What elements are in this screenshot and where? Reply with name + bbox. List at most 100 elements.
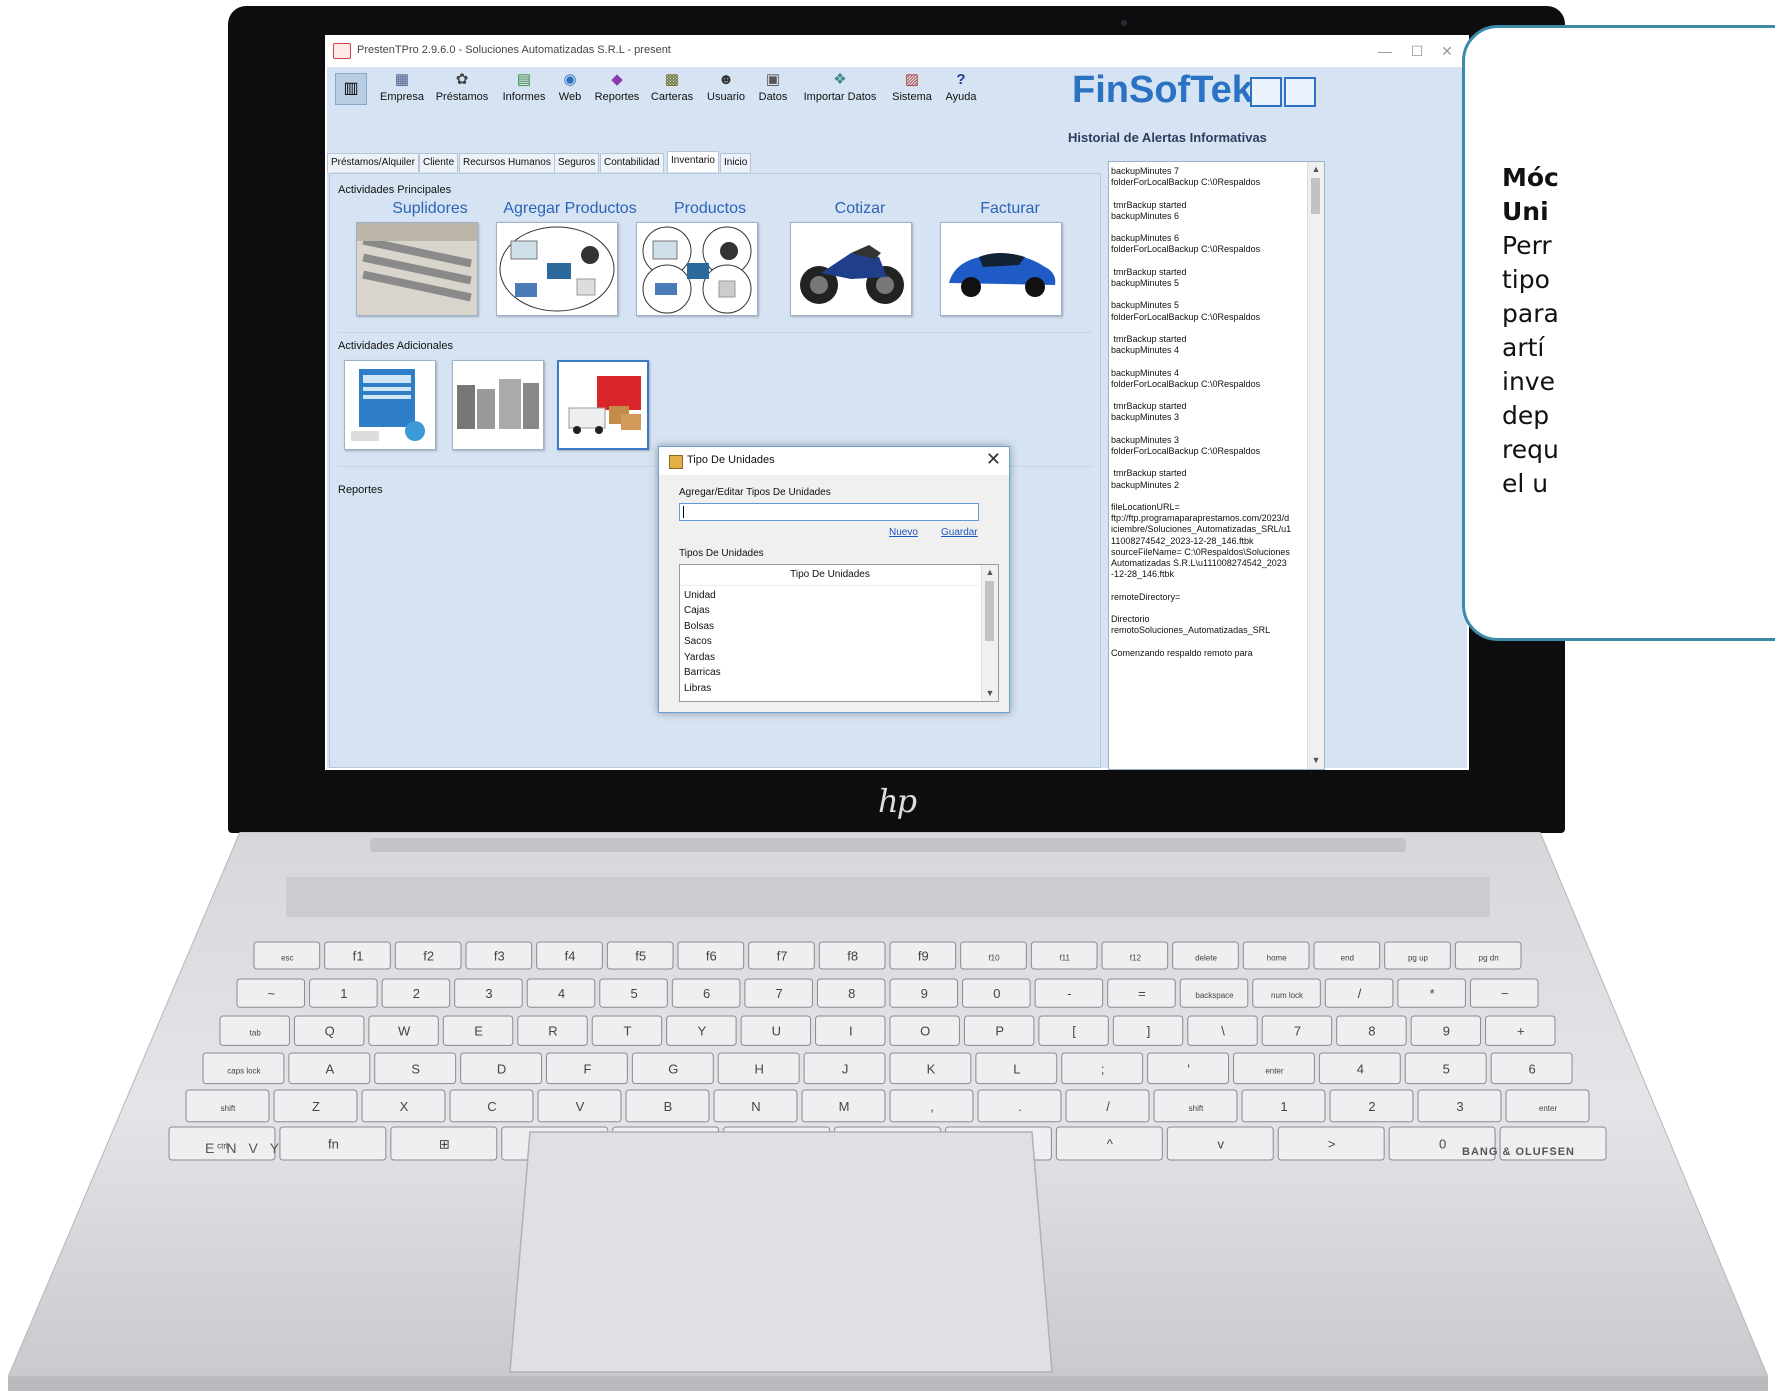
scroll-up-icon[interactable]: ▲ <box>1308 162 1324 176</box>
toolbar-ayuda[interactable]: ? Ayuda <box>941 71 981 109</box>
log-line: backupMinutes 4 <box>1111 345 1180 356</box>
scroll-thumb[interactable] <box>1311 178 1320 214</box>
list-item[interactable]: Bolsas <box>684 621 714 632</box>
productos-tile[interactable] <box>636 222 758 316</box>
keyboard-key-label: I <box>849 1024 853 1039</box>
list-item[interactable]: Yardas <box>684 652 715 663</box>
save-link[interactable]: Guardar <box>941 527 978 538</box>
keyboard-key-label: B <box>664 1099 673 1114</box>
car-image <box>941 223 1061 315</box>
tab-contabilidad[interactable]: Contabilidad <box>600 153 664 172</box>
keyboard-key-label: − <box>1501 986 1509 1001</box>
keyboard-key-label: end <box>1341 954 1354 963</box>
alerts-history-title: Historial de Alertas Informativas <box>1068 130 1267 145</box>
keyboard-key-label: 3 <box>1456 1099 1463 1114</box>
additional-tile-unit-types[interactable] <box>557 360 649 450</box>
edit-unit-types-label: Agregar/Editar Tipos De Unidades <box>679 487 831 498</box>
scroll-up-icon[interactable]: ▲ <box>982 565 998 579</box>
activity-title-suplidores[interactable]: Suplidores <box>355 200 505 218</box>
keyboard-key-label: 0 <box>1439 1137 1446 1152</box>
alerts-log[interactable]: backupMinutes 7 folderForLocalBackup C:\0… <box>1108 161 1325 770</box>
keyboard-key-label: f5 <box>635 949 646 964</box>
principal-activities-label: Actividades Principales <box>338 184 452 196</box>
agregar-productos-tile[interactable] <box>496 222 618 316</box>
log-line: remotoSoluciones_Automatizadas_SRL <box>1111 625 1271 636</box>
keyboard-key-label: J <box>842 1061 849 1076</box>
tab-cliente[interactable]: Cliente <box>419 153 459 172</box>
keyboard-key-label: 8 <box>848 986 855 1001</box>
logo-mark-2 <box>1284 77 1316 107</box>
activity-title-facturar[interactable]: Facturar <box>935 200 1085 218</box>
keyboard-key-label: L <box>1013 1061 1020 1076</box>
dialog-icon <box>669 455 683 469</box>
log-line: backupMinutes 5 <box>1111 278 1180 288</box>
toolbar-datos[interactable]: ▣ Datos <box>755 71 791 109</box>
unit-type-input[interactable] <box>679 503 979 521</box>
list-item[interactable]: Barricas <box>684 667 721 678</box>
import-icon: ❖ <box>833 71 847 88</box>
log-line: 11008274542_2023-12-28_146.ftbk <box>1111 535 1254 546</box>
list-item[interactable]: Unidad <box>684 590 716 601</box>
log-line: tmrBackup started <box>1111 401 1187 412</box>
list-column-header[interactable]: Tipo De Unidades <box>680 565 980 586</box>
keyboard-key-label: P <box>995 1024 1004 1039</box>
module-tabs: Préstamos/Alquiler Cliente Recursos Huma… <box>327 151 1087 173</box>
keyboard-key-label: 7 <box>1294 1024 1301 1039</box>
log-line: sourceFileName= C:\0Respaldos\Soluciones <box>1111 546 1290 557</box>
additional-tile-web[interactable] <box>344 360 436 450</box>
list-item[interactable]: Cajas <box>684 605 710 616</box>
log-line: backupMinutes 2 <box>1111 479 1180 490</box>
keyboard-key-label: C <box>487 1099 496 1114</box>
toolbar-importar-datos[interactable]: ❖ Importar Datos <box>797 71 883 109</box>
touchpad <box>509 1131 1053 1373</box>
log-line: tmrBackup started <box>1111 266 1187 277</box>
dialog-close-icon[interactable]: ✕ <box>986 449 1001 470</box>
activity-title-agregar-productos[interactable]: Agregar Productos <box>495 200 645 218</box>
suplidores-tile[interactable] <box>356 222 478 316</box>
keyboard-key-label: home <box>1267 954 1288 963</box>
toolbar-usuario[interactable]: ☻ Usuario <box>703 71 749 109</box>
cotizar-tile[interactable] <box>790 222 912 316</box>
tab-recursos-humanos[interactable]: Recursos Humanos <box>459 153 555 172</box>
additional-tile-appliances[interactable] <box>452 360 544 450</box>
envy-brand: ENVY <box>205 1140 292 1156</box>
bang-olufsen-brand: BANG & OLUFSEN <box>1462 1146 1575 1158</box>
tab-inicio[interactable]: Inicio <box>720 153 752 172</box>
inventory-panel: Actividades Principales Suplidores Agreg… <box>329 173 1101 768</box>
list-item[interactable]: Libras <box>684 683 711 694</box>
home-icon[interactable]: ▥ <box>335 73 367 105</box>
activity-title-cotizar[interactable]: Cotizar <box>785 200 935 218</box>
activity-title-productos[interactable]: Productos <box>635 200 785 218</box>
laptop-base: esc f1 f2 f3 f4 f5 f6 f7 f8 f9 f10 f11 f12 delete home… <box>8 832 1768 1391</box>
tab-inventario[interactable]: Inventario <box>667 151 719 172</box>
close-button[interactable]: ✕ <box>1427 39 1467 63</box>
log-scrollbar[interactable]: ▲ ▼ <box>1307 162 1324 769</box>
scroll-down-icon[interactable]: ▼ <box>1308 753 1324 767</box>
tab-seguros[interactable]: Seguros <box>554 153 600 172</box>
tab-prestamos-alquiler[interactable]: Préstamos/Alquiler <box>327 153 419 172</box>
toolbar-web[interactable]: ◉ Web <box>555 71 585 109</box>
log-line: folderForLocalBackup C:\0Respaldos <box>1111 177 1261 188</box>
keyboard-key-label: F <box>583 1061 591 1076</box>
keyboard-key-label: 9 <box>1443 1024 1450 1039</box>
facturar-tile[interactable] <box>940 222 1062 316</box>
toolbar-carteras[interactable]: ▩ Carteras <box>649 71 695 109</box>
help-icon: ? <box>956 71 966 88</box>
unit-types-list[interactable]: Tipo De Unidades Unidad Cajas Bolsas Sac… <box>679 564 999 702</box>
log-line: Automatizadas S.R.L\u111008274542_2023 <box>1111 558 1287 568</box>
list-item[interactable]: Sacos <box>684 636 712 647</box>
app-icon <box>333 43 351 59</box>
keyboard-key-label: [ <box>1072 1024 1076 1039</box>
toolbar-prestamos[interactable]: ✿ Préstamos <box>431 71 493 109</box>
new-link[interactable]: Nuevo <box>889 527 918 538</box>
toolbar-reportes[interactable]: ◆ Reportes <box>593 71 641 109</box>
keyboard-key-label: esc <box>281 954 293 963</box>
list-scrollbar[interactable]: ▲ ▼ <box>981 565 998 701</box>
scroll-thumb[interactable] <box>985 581 994 641</box>
keyboard-key-label: E <box>474 1024 483 1039</box>
toolbar-informes[interactable]: ▤ Informes <box>499 71 549 109</box>
keyboard-key-label: A <box>325 1061 334 1076</box>
scroll-down-icon[interactable]: ▼ <box>982 686 998 700</box>
toolbar-sistema[interactable]: ▨ Sistema <box>889 71 935 109</box>
toolbar-empresa[interactable]: ▦ Empresa <box>377 71 427 109</box>
